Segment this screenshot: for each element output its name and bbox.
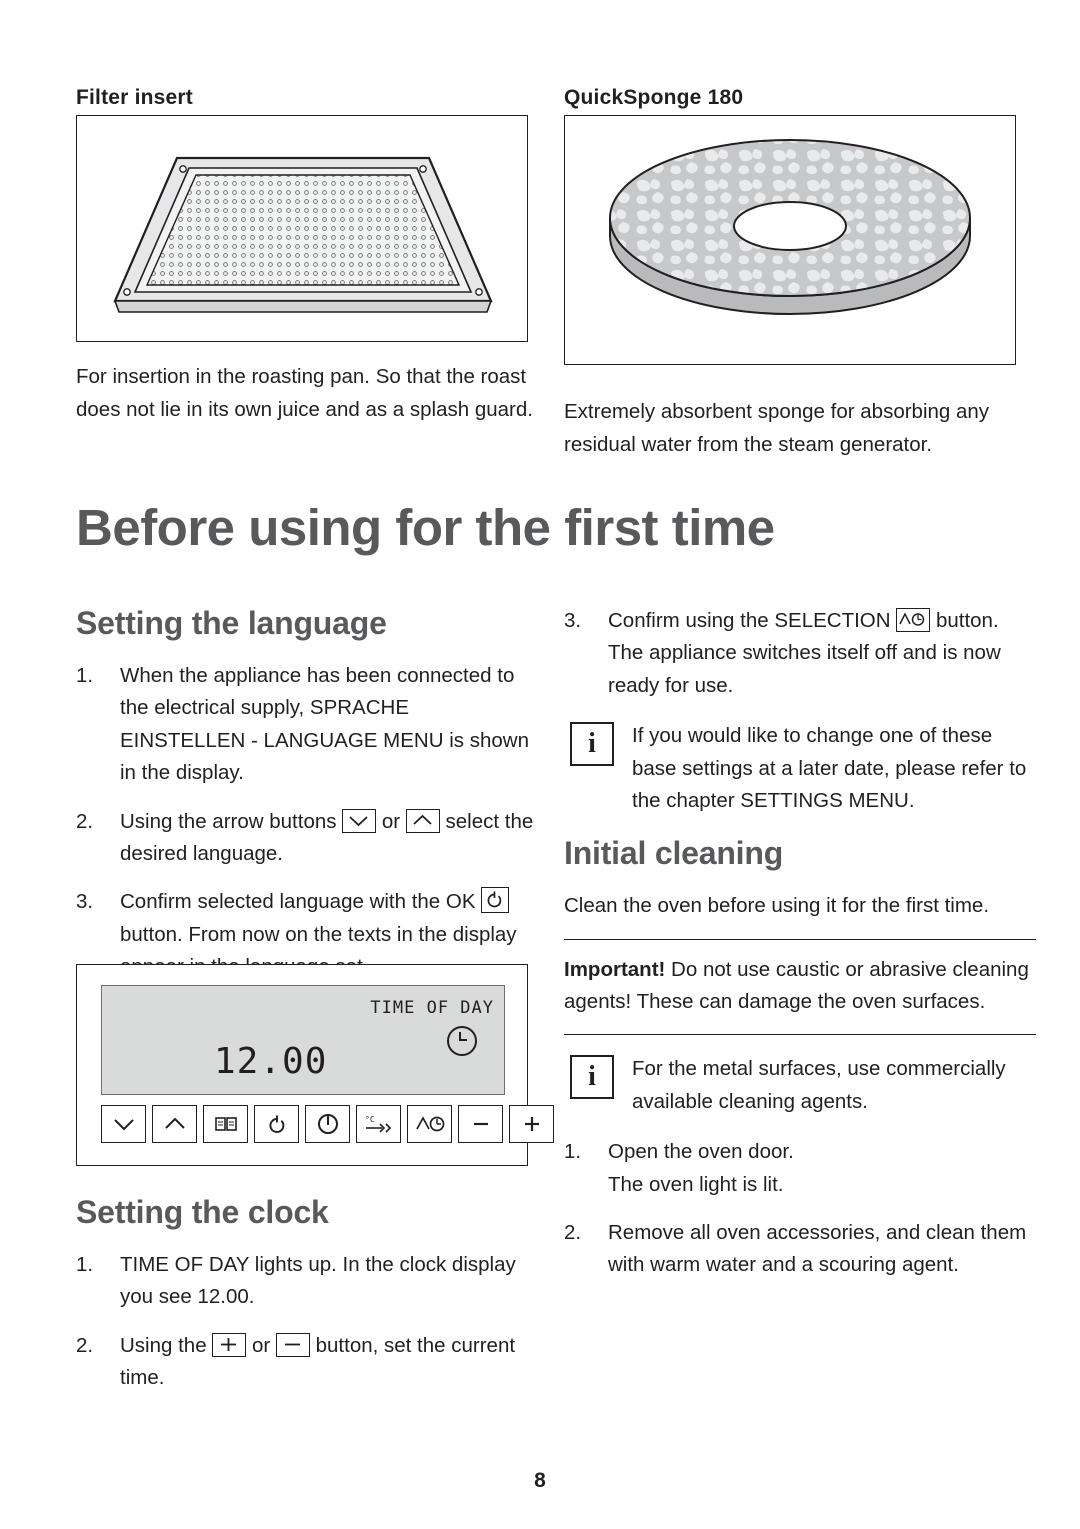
step-number: 3. [76,890,94,914]
book-menu-button[interactable] [203,1105,248,1143]
info-note-1: i If you would like to change one of the… [564,720,1036,817]
setting-the-clock-heading: Setting the clock [76,1194,329,1230]
step-text: Using the [120,1333,213,1357]
lcd-time-of-day-label: TIME OF DAY [370,998,494,1018]
cleaning-steps-list: 1. Open the oven door. The oven light is… [564,1136,1036,1282]
arrow-down-icon [342,808,377,833]
plus-button[interactable] [509,1105,554,1143]
step-text: Remove all oven accessories, and clean t… [608,1220,1027,1277]
arrow-up-button[interactable] [152,1105,197,1143]
setting-the-language-heading: Setting the language [76,605,387,641]
arrow-up-icon [405,808,440,833]
step-number: 1. [76,1253,94,1276]
info-note-text: For the metal surfaces, use commercially… [632,1057,1006,1113]
cleaning-step-1: 1. Open the oven door. The oven light is… [564,1136,1036,1201]
language-step-1: 1. When the appliance has been connected… [76,660,536,790]
ok-button[interactable] [254,1105,299,1143]
info-note-2: i For the metal surfaces, use commercial… [564,1053,1036,1118]
step-number: 1. [564,1140,582,1164]
setting-the-clock-section: Setting the clock 1. TIME OF DAY lights … [76,1194,536,1411]
filter-insert-drawing [113,156,493,313]
on-off-button[interactable] [305,1105,350,1143]
clock-icon [447,1026,477,1056]
selection-button[interactable] [407,1105,452,1143]
fast-heat-button[interactable]: °C [356,1105,401,1143]
step-text: Confirm using the SELECTION [608,609,897,632]
panel-button-row: °C [101,1105,554,1143]
step-text: When the appliance has been connected to… [120,664,529,785]
divider-top [564,938,1036,940]
language-steps-list: 1. When the appliance has been connected… [76,660,536,983]
info-icon: i [570,722,614,767]
info-note-text: If you would like to change one of these… [632,724,1027,812]
language-step-3-right: 3. Confirm using the SELECTION button. T… [564,605,1036,702]
step-text: Using the arrow buttons [120,809,343,833]
step-text-b: or [246,1333,276,1357]
clock-steps-list: 1. TIME OF DAY lights up. In the clock d… [76,1249,536,1395]
info-icon: i [570,1055,614,1100]
right-column: 3. Confirm using the SELECTION button. T… [564,605,1036,1298]
initial-cleaning-heading: Initial cleaning [564,835,784,872]
important-label: Important! [564,957,666,981]
quicksponge-drawing [609,139,971,315]
step-number: 3. [564,609,582,632]
minus-icon [275,1332,310,1357]
important-paragraph: Important! Do not use caustic or abrasiv… [564,954,1036,1019]
control-panel-figure: TIME OF DAY 12.00 °C [76,964,554,1166]
manual-page: Filter insert QuickSponge 180 For insert… [0,0,1080,1529]
filter-insert-illustration [76,115,528,342]
initial-cleaning-intro: Clean the oven before using it for the f… [564,894,990,918]
step-text: Open the oven door. [608,1140,794,1164]
filter-insert-heading: Filter insert [76,86,193,109]
minus-button[interactable] [458,1105,503,1143]
quicksponge-caption: Extremely absorbent sponge for absorbing… [564,400,990,457]
divider-bottom [564,1034,1036,1036]
selection-icon [896,608,931,632]
step-text-b: or [376,809,406,833]
left-column: Setting the language 1. When the applian… [76,605,536,999]
step-text: Confirm selected language with the OK [120,890,482,914]
page-number: 8 [534,1469,546,1492]
lcd-time-value: 12.00 [214,1041,328,1082]
arrow-down-button[interactable] [101,1105,146,1143]
step-number: 2. [564,1220,582,1244]
clock-step-1: 1. TIME OF DAY lights up. In the clock d… [76,1249,536,1314]
clock-step-2: 2. Using the or button, set the current … [76,1330,536,1395]
ok-button-icon [481,887,510,914]
lcd-display: TIME OF DAY 12.00 [101,985,505,1095]
cleaning-step-2: 2. Remove all oven accessories, and clea… [564,1217,1036,1282]
chapter-title: Before using for the first time [76,499,775,556]
filter-insert-caption: For insertion in the roasting pan. So th… [76,365,533,422]
quicksponge-illustration [564,115,1016,365]
plus-icon [212,1332,247,1357]
step-text-b: The oven light is lit. [608,1172,784,1196]
step-text: TIME OF DAY lights up. In the clock disp… [120,1253,516,1309]
step-number: 1. [76,664,94,687]
language-steps-continued: 3. Confirm using the SELECTION button. T… [564,605,1036,702]
svg-text:°C: °C [365,1115,375,1124]
step-number: 2. [76,809,94,833]
quicksponge-heading: QuickSponge 180 [564,86,744,109]
language-step-2: 2. Using the arrow buttons or select the… [76,806,536,871]
step-number: 2. [76,1333,94,1357]
